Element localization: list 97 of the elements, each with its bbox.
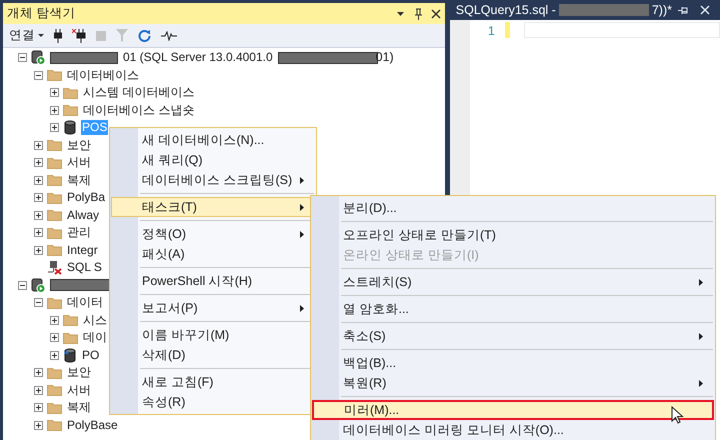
folder-icon — [63, 332, 78, 344]
menu-item[interactable]: 오프라인 상태로 만들기(T) — [312, 225, 714, 245]
tree-item[interactable]: 보안 — [66, 365, 92, 380]
tree-item[interactable]: 서버 — [66, 155, 92, 170]
tree-item[interactable]: PO — [81, 348, 100, 363]
menu-item[interactable]: 데이터베이스 미러링 모니터 시작(O)... — [312, 420, 714, 440]
tree-item[interactable]: Integr — [66, 242, 99, 258]
tree-item[interactable]: Alway — [66, 208, 100, 223]
line-number: 1 — [486, 23, 495, 40]
tree-item[interactable]: 시스템 데이터베이스 — [82, 85, 196, 100]
tree-item[interactable]: 시스 — [82, 312, 108, 328]
expand-icon[interactable] — [34, 403, 43, 412]
expand-icon[interactable] — [34, 210, 43, 220]
expand-icon[interactable] — [34, 158, 43, 168]
tree-item[interactable]: 관리 — [66, 225, 92, 240]
menu-item[interactable]: 복원(R) — [312, 373, 714, 393]
expand-icon[interactable] — [50, 350, 59, 360]
tree-item[interactable]: SQL S — [66, 260, 103, 276]
expand-icon[interactable] — [50, 333, 59, 342]
expand-icon[interactable] — [34, 193, 43, 202]
collapse-icon[interactable] — [34, 70, 43, 80]
submenu-arrow-icon — [699, 332, 703, 340]
refresh-icon[interactable] — [138, 29, 151, 42]
folder-icon — [47, 366, 62, 379]
plug-icon[interactable] — [54, 28, 62, 42]
folder-icon — [47, 402, 62, 414]
pin-icon[interactable] — [414, 8, 423, 20]
menu-item[interactable]: 백업(B)... — [312, 353, 714, 373]
expand-icon[interactable] — [34, 386, 43, 395]
tree-item[interactable]: PolyBase — [66, 418, 119, 433]
tree-item[interactable]: 보안 — [66, 138, 92, 153]
expand-icon[interactable] — [34, 228, 43, 238]
mouse-cursor-icon — [671, 406, 684, 425]
folder-icon — [47, 384, 62, 396]
menu-item[interactable]: 열 암호화... — [312, 299, 714, 319]
tree-item[interactable]: 데이 — [82, 330, 108, 346]
tree-item[interactable]: 데이터베이스 스냅숏 — [82, 102, 196, 118]
folder-icon — [47, 156, 62, 169]
expand-icon[interactable] — [50, 106, 59, 115]
submenu-arrow-icon — [699, 278, 703, 286]
redaction-bar — [50, 52, 118, 64]
menu-item[interactable]: 데이터베이스 스크립팅(S) — [111, 170, 315, 190]
submenu-arrow-icon — [699, 380, 703, 386]
expand-icon[interactable] — [34, 246, 43, 255]
menu-item[interactable]: 축소(S) — [312, 326, 714, 346]
connect-button[interactable]: 연결 — [9, 26, 44, 45]
submenu-arrow-icon — [300, 176, 304, 184]
dropdown-icon[interactable] — [396, 12, 404, 16]
tree-item[interactable]: 데이터베이스 — [66, 68, 140, 83]
tab-title-suffix: 7))* — [652, 2, 672, 19]
submenu-arrow-icon — [300, 204, 304, 210]
folder-icon — [47, 296, 62, 309]
folder-icon — [47, 244, 62, 256]
collapse-icon[interactable] — [18, 280, 27, 290]
expand-icon[interactable] — [34, 368, 43, 378]
expand-icon[interactable] — [34, 176, 43, 185]
tree-item[interactable]: 01 (SQL Server 13.0.4001.0 — [122, 50, 274, 66]
menu-item[interactable]: 분리(D)... — [312, 198, 714, 218]
tree-item[interactable]: 서버 — [66, 382, 92, 398]
folder-icon — [63, 314, 78, 326]
folder-icon — [47, 209, 62, 222]
expand-icon[interactable] — [50, 123, 59, 132]
menu-item[interactable]: 스트레치(S) — [312, 272, 714, 292]
folder-icon — [47, 226, 62, 239]
folder-icon — [47, 69, 62, 82]
menu-item[interactable]: 새 쿼리(Q) — [111, 150, 315, 170]
folder-icon — [63, 86, 78, 99]
collapse-icon[interactable] — [34, 298, 43, 308]
database-icon — [63, 348, 77, 363]
activity-icon[interactable] — [161, 30, 177, 40]
collapse-icon[interactable] — [18, 53, 27, 62]
tree-item[interactable]: 데이터 — [66, 295, 104, 310]
tree-item[interactable]: PolyBa — [66, 190, 106, 206]
submenu-arrow-icon — [300, 230, 304, 238]
caret-icon — [38, 34, 44, 37]
change-marker — [504, 22, 510, 38]
server-icon — [31, 278, 46, 293]
disconnect-icon[interactable] — [72, 28, 86, 42]
folder-icon — [63, 104, 78, 116]
expand-icon[interactable] — [34, 420, 43, 430]
tab-title: SQLQuery15.sql - — [456, 2, 556, 19]
database-icon — [63, 120, 77, 136]
tree-item[interactable]: 복제 — [66, 400, 92, 416]
server-icon — [31, 50, 46, 66]
folder-icon — [47, 419, 62, 432]
menu-item[interactable]: 새 데이터베이스(N)... — [111, 130, 315, 150]
expand-icon[interactable] — [50, 316, 59, 325]
agent-stopped-icon — [47, 260, 62, 276]
expand-icon[interactable] — [50, 88, 59, 98]
folder-icon — [47, 174, 62, 186]
submenu-arrow-icon — [300, 304, 304, 312]
folder-icon — [47, 192, 62, 204]
close-icon[interactable] — [430, 8, 441, 18]
folder-icon — [47, 139, 62, 152]
tree-item[interactable]: 복제 — [66, 172, 92, 188]
expand-icon[interactable] — [34, 140, 43, 150]
panel-title: 개체 탐색기 — [7, 5, 76, 22]
